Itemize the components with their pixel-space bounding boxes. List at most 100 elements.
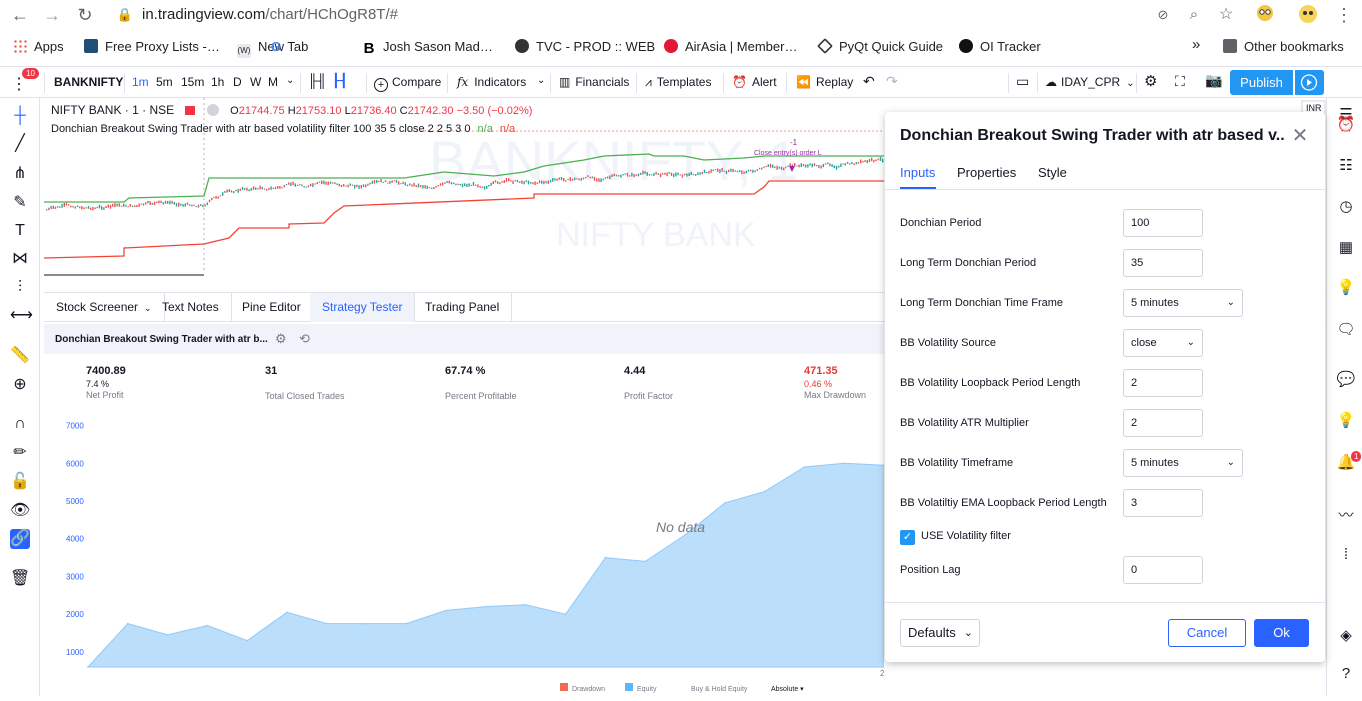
donchian-period-input[interactable]: 100	[1123, 209, 1203, 237]
trash-icon[interactable]: 🗑	[10, 569, 30, 589]
back-icon[interactable]: ←	[9, 4, 31, 26]
calendar-icon[interactable]: ▦	[1336, 238, 1356, 258]
bookmark-oi-tracker[interactable]: OI Tracker	[959, 39, 1041, 54]
zoom-in-icon[interactable]: ⊕	[10, 375, 30, 395]
tab-properties[interactable]: Properties	[957, 165, 1016, 180]
settings-gear-icon[interactable]: ⚙	[275, 331, 287, 347]
help-icon[interactable]: ?	[1336, 664, 1356, 684]
alerts-clock-icon[interactable]: ⏰	[1336, 115, 1356, 135]
measure-arrow-icon[interactable]: ⟷	[10, 306, 33, 326]
chat-icon[interactable]: 🗨	[1336, 320, 1356, 340]
undo-icon[interactable]: ↶	[863, 73, 875, 90]
publish-button[interactable]: Publish	[1230, 70, 1293, 95]
interval-d[interactable]: D	[233, 75, 242, 89]
text-tool-icon[interactable]: T	[10, 221, 30, 241]
profile-avatar-icon[interactable]	[1297, 4, 1319, 26]
volatility-filter-label[interactable]: USE Volatility filter	[921, 530, 1011, 542]
bb-loopback-input[interactable]: 2	[1123, 369, 1203, 397]
lock-drawings-icon[interactable]: 🔓	[10, 472, 30, 492]
long-term-period-input[interactable]: 35	[1123, 249, 1203, 277]
stay-drawing-icon[interactable]: ✏	[10, 443, 30, 463]
trading-wave-icon[interactable]: 〰	[1336, 506, 1356, 526]
other-bookmarks[interactable]: Other bookmarks	[1223, 39, 1344, 54]
ideas-icon[interactable]: 💡	[1336, 278, 1356, 298]
extension-icon[interactable]	[1254, 4, 1276, 26]
candle-style-icon[interactable]: ┠┨	[332, 73, 348, 89]
bookmark-pyqt[interactable]: PyQt Quick Guide	[817, 38, 943, 54]
ok-button[interactable]: Ok	[1254, 619, 1309, 647]
redo-icon[interactable]: ↷	[886, 73, 898, 90]
layout-icon[interactable]: ▭	[1016, 73, 1029, 90]
interval-15m[interactable]: 15m	[181, 75, 204, 89]
link-icon[interactable]: 🔗	[10, 529, 30, 549]
interval-dropdown-icon[interactable]: ⌄	[286, 75, 294, 86]
reload-icon[interactable]: ↻	[74, 4, 96, 26]
tab-style[interactable]: Style	[1038, 165, 1067, 180]
legend-buy-hold[interactable]: Buy & Hold Equity	[691, 686, 748, 693]
fullscreen-icon[interactable]: ⛶	[1175, 73, 1185, 90]
close-icon[interactable]: ✕	[1291, 126, 1309, 146]
dots-grid-icon[interactable]: ⁞	[1336, 545, 1356, 565]
interval-1h[interactable]: 1h	[211, 75, 224, 89]
legend-equity[interactable]: Equity	[637, 686, 657, 693]
long-term-timeframe-select[interactable]: 5 minutes ⌄	[1123, 289, 1243, 317]
tab-stock-screener[interactable]: Stock Screener ⌄	[44, 293, 165, 322]
symbol-legend[interactable]: NIFTY BANK · 1 · NSE O21744.75 H21753.10…	[51, 103, 532, 117]
blocked-icon[interactable]: ⊘	[1152, 4, 1174, 26]
templates-button[interactable]: ⩘ Templates	[645, 75, 711, 90]
bookmark-josh-sason[interactable]: B Josh Sason Mad…	[362, 39, 493, 56]
refresh-icon[interactable]: ⟲	[299, 331, 310, 347]
interval-1m[interactable]: 1m	[132, 75, 149, 89]
publish-menu-button[interactable]	[1295, 70, 1324, 95]
brush-icon[interactable]: ✎	[10, 193, 30, 213]
notifications-icon[interactable]: 💡	[1336, 411, 1356, 431]
bookmarks-overflow[interactable]: »	[1192, 36, 1200, 53]
bb-ema-loopback-input[interactable]: 3	[1123, 489, 1203, 517]
tab-trading-panel[interactable]: Trading Panel	[413, 293, 513, 322]
lock-icon[interactable]: 🔒	[114, 4, 136, 26]
replay-button[interactable]: ⏪ Replay	[796, 75, 853, 89]
pitchfork-icon[interactable]: ⋔	[10, 164, 30, 184]
zoom-icon[interactable]: ⌕	[1183, 4, 1205, 26]
eye-icon[interactable]: 👁	[10, 501, 30, 521]
position-lag-input[interactable]: 0	[1123, 556, 1203, 584]
data-window-icon[interactable]: ☷	[1336, 156, 1356, 176]
volatility-filter-checkbox[interactable]: ✓	[900, 530, 915, 545]
bookmark-tvc-prod[interactable]: TVC - PROD :: WEB	[515, 39, 655, 54]
camera-icon[interactable]: 📷	[1205, 72, 1222, 89]
pattern-icon[interactable]: ⋈	[10, 249, 30, 269]
streams-icon[interactable]: 💬	[1336, 370, 1356, 390]
tab-text-notes[interactable]: Text Notes	[150, 293, 232, 322]
interval-5m[interactable]: 5m	[156, 75, 173, 89]
study-legend[interactable]: Donchian Breakout Swing Trader with atr …	[51, 123, 515, 135]
bookmark-airasia[interactable]: AirAsia | Member…	[664, 39, 797, 54]
tab-pine-editor[interactable]: Pine Editor	[230, 293, 314, 322]
bb-atr-multiplier-input[interactable]: 2	[1123, 409, 1203, 437]
settings-gear-icon[interactable]: ⚙	[1144, 72, 1157, 90]
bookmark-free-proxy[interactable]: Free Proxy Lists -…	[84, 39, 220, 54]
magnet-icon[interactable]: ∩	[10, 414, 30, 434]
symbol-search[interactable]: BANKNIFTY	[54, 75, 123, 89]
menu-kebab-icon[interactable]: ⋮	[1333, 4, 1355, 26]
forward-icon[interactable]: →	[41, 4, 63, 26]
interval-w[interactable]: W	[250, 75, 261, 89]
interval-m[interactable]: M	[268, 75, 278, 89]
ruler-icon[interactable]: 📏	[10, 346, 30, 366]
tab-inputs[interactable]: Inputs	[900, 165, 935, 180]
defaults-button[interactable]: Defaults ⌄	[900, 619, 980, 647]
hotlist-icon[interactable]: ◷	[1336, 197, 1356, 217]
legend-drawdown[interactable]: Drawdown	[572, 686, 605, 693]
layout-name-button[interactable]: ☁ IDAY_CPR ⌄	[1045, 75, 1135, 89]
strategy-name[interactable]: Donchian Breakout Swing Trader with atr …	[55, 334, 268, 345]
tab-strategy-tester[interactable]: Strategy Tester	[310, 293, 416, 322]
prediction-icon[interactable]: ⫶	[10, 278, 30, 298]
crosshair-icon[interactable]: ┼	[10, 106, 30, 126]
compare-button[interactable]: + Compare	[374, 75, 441, 92]
cancel-button[interactable]: Cancel	[1168, 619, 1246, 647]
address-bar[interactable]: in.tradingview.com/chart/HChOgR8T/#	[142, 6, 398, 23]
bb-timeframe-select[interactable]: 5 minutes ⌄	[1123, 449, 1243, 477]
bookmark-apps[interactable]: Apps	[13, 39, 64, 54]
financials-button[interactable]: ▥ Financials	[559, 75, 629, 89]
indicators-dropdown-icon[interactable]: ⌄	[537, 75, 545, 86]
indicators-button[interactable]: fx Indicators	[457, 75, 526, 89]
